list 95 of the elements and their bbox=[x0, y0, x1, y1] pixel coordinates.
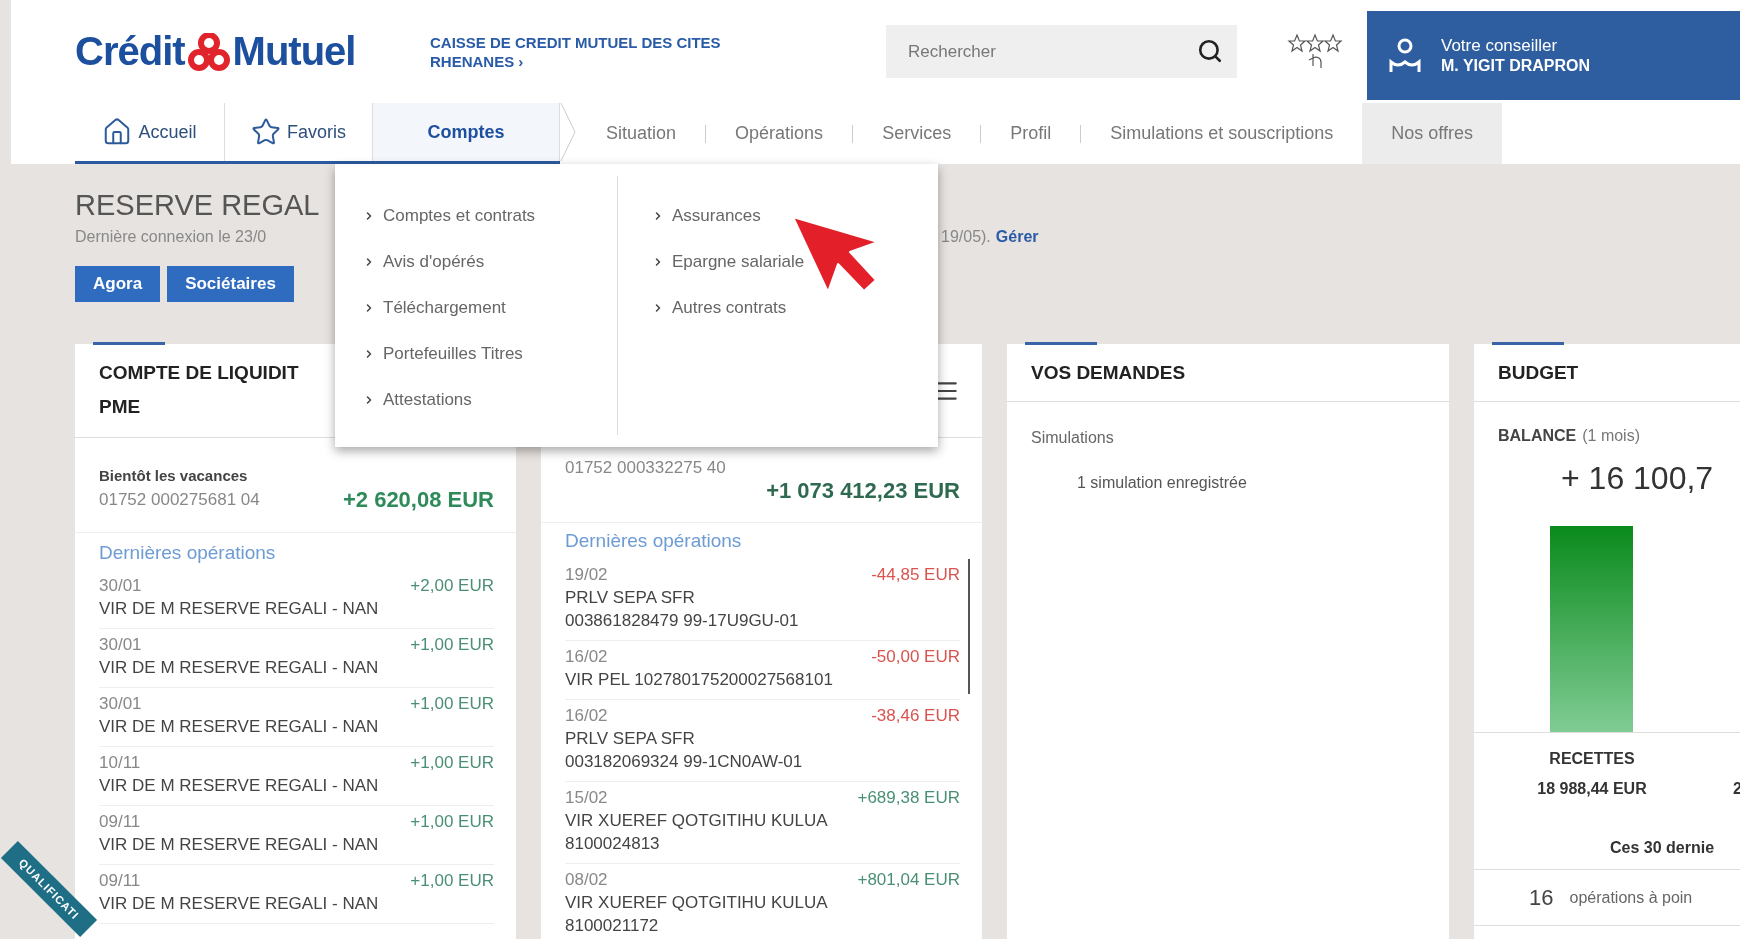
operation-row[interactable]: 30/01 +2,00 EUR VIR DE M RESERVE REGALI - NAN bbox=[99, 570, 494, 629]
balance-amount: + 16 100,7 bbox=[1560, 459, 1715, 497]
operation-label: VIR XUEREF QOTGITIHU KULUA bbox=[565, 810, 829, 832]
operation-label: PRLV SEPA SFR bbox=[565, 587, 696, 609]
menu-item[interactable]: Portefeuilles Titres bbox=[363, 342, 523, 366]
operation-date: 30/01 bbox=[99, 634, 142, 656]
advisor-label: Votre conseiller bbox=[1441, 35, 1559, 56]
account-number: 01752 000275681 04 bbox=[99, 489, 260, 511]
search-field[interactable]: Rechercher bbox=[886, 25, 1237, 78]
operation-amount: +2,00 EUR bbox=[410, 575, 494, 597]
operation-date: 19/02 bbox=[565, 564, 608, 586]
account-holder-name: RESERVE REGAL bbox=[75, 188, 320, 222]
operation-row[interactable]: 08/02 +801,04 EUR VIR XUEREF QOTGITIHU KULUA 8100021172 bbox=[565, 864, 960, 939]
logo-icon bbox=[187, 32, 230, 71]
operation-label: VIR DE M RESERVE REGALI - NAN bbox=[99, 716, 380, 738]
menu-item[interactable]: Epargne salariale bbox=[652, 250, 805, 274]
operation-date: 08/02 bbox=[565, 869, 608, 891]
advisor-name: M. YIGIT DRAPRON bbox=[1441, 55, 1591, 76]
search-icon[interactable] bbox=[1197, 38, 1223, 64]
operation-row[interactable]: 16/02 -50,00 EUR VIR PEL 102780175200027568101 bbox=[565, 641, 960, 700]
operation-amount: +1,00 EUR bbox=[410, 870, 494, 892]
advisor-button[interactable]: Votre conseiller M. YIGIT DRAPRON bbox=[1367, 11, 1740, 100]
balance-period: (1 mois) bbox=[1582, 426, 1640, 446]
account-number: 01752 000332275 40 bbox=[565, 458, 726, 477]
operation-row[interactable]: 19/02 -44,85 EUR PRLV SEPA SFR 003861828479 99-17U9GU-01 bbox=[565, 559, 960, 641]
menu-item[interactable]: Autres contrats bbox=[652, 296, 787, 320]
operation-amount: -38,46 EUR bbox=[871, 705, 960, 727]
operation-amount: -44,85 EUR bbox=[871, 564, 960, 586]
account-balance: +2 620,08 EUR bbox=[342, 486, 494, 514]
operation-date: 30/01 bbox=[99, 693, 142, 715]
account-balance: +1 073 412,23 EUR bbox=[766, 478, 960, 504]
operation-label: 8100024813 bbox=[565, 833, 661, 855]
scrollbar[interactable] bbox=[968, 559, 970, 694]
operation-row[interactable]: 30/01 +1,00 EUR VIR DE M RESERVE REGALI - NAN bbox=[99, 688, 494, 747]
operation-date: 16/02 bbox=[565, 705, 608, 727]
operation-amount: +689,38 EUR bbox=[857, 787, 960, 809]
balance-label: BALANCE bbox=[1498, 426, 1577, 446]
nav-tab[interactable]: Nos offres bbox=[1362, 103, 1502, 164]
menu-item[interactable]: Téléchargement bbox=[363, 296, 506, 320]
operation-label: PRLV SEPA SFR bbox=[565, 728, 696, 750]
menu-item[interactable]: Assurances bbox=[652, 204, 761, 228]
operation-date: 09/11 bbox=[99, 870, 141, 892]
operation-amount: +801,04 EUR bbox=[857, 869, 960, 891]
operation-date: 16/02 bbox=[565, 646, 608, 668]
logo-text: Mutuel bbox=[232, 29, 356, 74]
operation-amount: -50,00 EUR bbox=[871, 646, 960, 668]
pending-count: 16 bbox=[1529, 884, 1554, 911]
operation-label: VIR PEL 102780175200027568101 bbox=[565, 669, 834, 691]
operation-row[interactable]: 10/11 +1,00 EUR VIR DE M RESERVE REGALI - NAN bbox=[99, 747, 494, 806]
operation-date: 30/01 bbox=[99, 575, 142, 597]
operation-row[interactable]: 15/02 +689,38 EUR VIR XUEREF QOTGITIHU KULUA 8100024813 bbox=[565, 782, 960, 864]
account-label: Bientôt les vacances bbox=[99, 466, 249, 486]
operation-label: VIR DE M RESERVE REGALI - NAN bbox=[99, 598, 380, 620]
operation-row[interactable]: 09/11 +1,00 EUR VIR DE M RESERVE REGALI - NAN bbox=[99, 806, 494, 865]
card-title: PME bbox=[99, 395, 141, 419]
operation-amount: +1,00 EUR bbox=[410, 752, 494, 774]
menu-item[interactable]: Avis d'opérés bbox=[363, 250, 485, 274]
operation-label: VIR DE M RESERVE REGALI - NAN bbox=[99, 834, 380, 856]
operation-date: 10/11 bbox=[99, 752, 141, 774]
operation-row[interactable]: 16/02 -38,46 EUR PRLV SEPA SFR 003182069324 99-1CN0AW-01 bbox=[565, 700, 960, 782]
card-title: BUDGET bbox=[1498, 360, 1579, 385]
card-title: VOS DEMANDES bbox=[1031, 360, 1186, 385]
income-amount: 18 988,44 EUR bbox=[1537, 779, 1647, 799]
nav-tab[interactable]: Comptes bbox=[373, 103, 560, 161]
operation-date: 09/11 bbox=[99, 811, 141, 833]
operation-amount: +1,00 EUR bbox=[410, 693, 494, 715]
pending-label: opérations à poin bbox=[1569, 888, 1693, 907]
last-login-text: Dernière connexion le 23/0 bbox=[75, 227, 267, 247]
chevron-icon bbox=[560, 103, 577, 161]
simulation-link[interactable]: 1 simulation enregistrée bbox=[1031, 473, 1425, 493]
menu-item[interactable]: Attestations bbox=[363, 388, 472, 412]
operation-date: 15/02 bbox=[565, 787, 608, 809]
operation-row[interactable]: 30/01 +1,00 EUR VIR DE M RESERVE REGALI - NAN bbox=[99, 629, 494, 688]
operation-amount: +1,00 EUR bbox=[410, 634, 494, 656]
operation-label: VIR DE M RESERVE REGALI - NAN bbox=[99, 775, 380, 797]
card-title: COMPTE DE LIQUIDIT bbox=[99, 361, 299, 385]
income-label: RECETTES bbox=[1549, 749, 1635, 769]
bank-name-link[interactable]: CAISSE DE CREDIT MUTUEL DES CITES RHENANES › bbox=[430, 32, 886, 71]
operation-label: 8100021172 bbox=[565, 915, 660, 937]
period-label: Ces 30 dernie bbox=[1474, 838, 1740, 870]
operation-label: VIR XUEREF QOTGITIHU KULUA bbox=[565, 892, 829, 914]
operation-label: 003861828479 99-17U9GU-01 bbox=[565, 610, 800, 632]
operation-amount: +1,00 EUR bbox=[410, 811, 494, 833]
tag-button[interactable]: Agora bbox=[75, 266, 161, 302]
last-login-text: 19/05). bbox=[941, 227, 991, 247]
operation-label: 003182069324 99-1CN0AW-01 bbox=[565, 751, 804, 773]
operation-row[interactable]: 09/11 +1,00 EUR VIR DE M RESERVE REGALI - NAN bbox=[99, 865, 494, 924]
operation-label: VIR DE M RESERVE REGALI - NAN bbox=[99, 893, 380, 915]
tag-button[interactable]: Sociétaires bbox=[167, 266, 294, 302]
section-label: Simulations bbox=[1031, 428, 1115, 448]
star-icon bbox=[251, 117, 281, 147]
manage-link[interactable]: Gérer bbox=[995, 227, 1039, 247]
operation-label: VIR DE M RESERVE REGALI - NAN bbox=[99, 657, 380, 679]
menu-item[interactable]: Comptes et contrats bbox=[363, 204, 536, 228]
logo-text: Crédit bbox=[75, 29, 185, 74]
